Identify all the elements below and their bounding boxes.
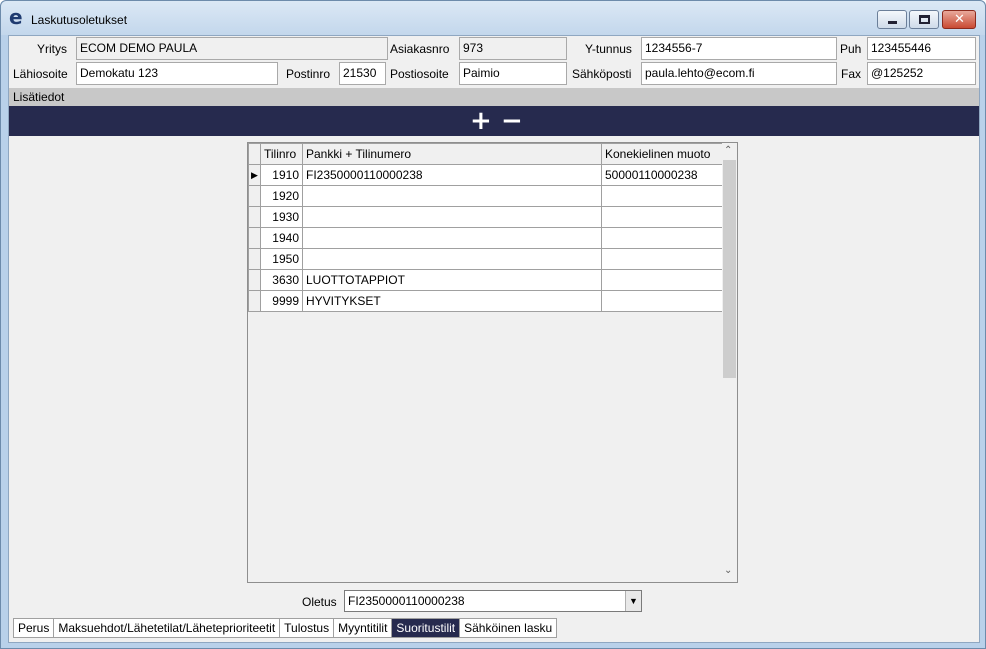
konekielinen-cell[interactable] (601, 206, 723, 228)
postiosoite-field[interactable]: Paimio (459, 62, 567, 85)
table-row[interactable]: 1930 (248, 206, 723, 228)
e-logo-icon: e (9, 5, 23, 29)
konekielinen-cell[interactable] (601, 269, 723, 291)
konekielinen-cell[interactable] (601, 290, 723, 312)
konekielinen-cell[interactable]: 50000110000238 (601, 164, 723, 186)
tilinro-cell[interactable]: 1930 (260, 206, 303, 228)
column-header-tilinro[interactable]: Tilinro (260, 143, 303, 165)
close-icon: ✕ (954, 12, 965, 27)
add-row-button[interactable]: + (470, 108, 492, 134)
tilinro-cell[interactable]: 1920 (260, 185, 303, 207)
current-row-icon: ▶ (248, 164, 261, 186)
lahiosoite-field[interactable]: Demokatu 123 (76, 62, 278, 85)
postinro-field[interactable]: 21530 (339, 62, 386, 85)
tilinro-cell[interactable]: 1950 (260, 248, 303, 270)
tilinro-cell[interactable]: 3630 (260, 269, 303, 291)
app-window: e Laskutusoletukset ✕ Yritys ECOM DEMO P… (0, 0, 986, 649)
pankki-cell[interactable] (302, 248, 602, 270)
yritys-field[interactable]: ECOM DEMO PAULA (76, 37, 388, 60)
close-button[interactable]: ✕ (942, 10, 976, 29)
table-row[interactable]: 3630 LUOTTOTAPPIOT (248, 269, 723, 291)
tab-tulostus[interactable]: Tulostus (279, 618, 334, 638)
scrollbar-thumb[interactable] (723, 160, 736, 378)
accounts-grid[interactable]: Tilinro Pankki + Tilinumero Konekielinen… (247, 142, 738, 583)
tab-myyntitilit[interactable]: Myyntitilit (333, 618, 392, 638)
tab-suoritustilit[interactable]: Suoritustilit (391, 618, 460, 638)
puh-field[interactable]: 123455446 (867, 37, 976, 60)
pankki-cell[interactable] (302, 227, 602, 249)
row-header (248, 248, 261, 270)
oletus-dropdown[interactable]: FI2350000110000238 ▼ (344, 590, 642, 612)
ytunnus-field[interactable]: 1234556-7 (641, 37, 837, 60)
postinro-label: Postinro (286, 67, 331, 81)
fax-field[interactable]: @125252 (867, 62, 976, 85)
asiakasnro-label: Asiakasnro (390, 42, 450, 56)
table-row[interactable]: ▶ 1910 FI2350000110000238 50000110000238 (248, 164, 723, 186)
row-header-corner (248, 143, 261, 165)
tab-perus[interactable]: Perus (13, 618, 54, 638)
fax-label: Fax (841, 67, 862, 81)
yritys-label: Yritys (37, 42, 67, 56)
title-bar: e Laskutusoletukset ✕ (1, 1, 985, 35)
row-header (248, 185, 261, 207)
table-row[interactable]: 9999 HYVITYKSET (248, 290, 723, 312)
oletus-label: Oletus (302, 595, 337, 609)
table-row[interactable]: 1940 (248, 227, 723, 249)
scroll-up-icon[interactable]: ⌃ (724, 145, 732, 156)
row-header (248, 269, 261, 291)
row-header (248, 290, 261, 312)
puh-label: Puh (840, 42, 862, 56)
lahiosoite-label: Lähiosoite (13, 67, 68, 81)
sahkoposti-label: Sähköposti (572, 67, 632, 81)
table-header-row: Tilinro Pankki + Tilinumero Konekielinen… (248, 143, 723, 165)
tilinro-cell[interactable]: 1940 (260, 227, 303, 249)
konekielinen-cell[interactable] (601, 248, 723, 270)
tab-sahkoinen-lasku[interactable]: Sähköinen lasku (459, 618, 558, 638)
asiakasnro-field[interactable]: 973 (459, 37, 567, 60)
grid-toolbar: + − (9, 106, 979, 136)
grid-vertical-scrollbar[interactable]: ⌃ ⌄ (722, 143, 737, 582)
ytunnus-label: Y-tunnus (585, 42, 632, 56)
pankki-cell[interactable]: HYVITYKSET (302, 290, 602, 312)
konekielinen-cell[interactable] (601, 185, 723, 207)
client-area: Yritys ECOM DEMO PAULA Asiakasnro 973 Y-… (8, 35, 980, 643)
tilinro-cell[interactable]: 1910 (260, 164, 303, 186)
minimize-button[interactable] (877, 10, 907, 29)
konekielinen-cell[interactable] (601, 227, 723, 249)
table-row[interactable]: 1950 (248, 248, 723, 270)
maximize-icon (919, 15, 930, 24)
tab-bar: Perus Maksuehdot/Lähetetilat/Läheteprior… (13, 618, 558, 640)
table-row[interactable]: 1920 (248, 185, 723, 207)
oletus-value: FI2350000110000238 (348, 594, 465, 608)
tilinro-cell[interactable]: 9999 (260, 290, 303, 312)
pankki-cell[interactable]: LUOTTOTAPPIOT (302, 269, 602, 291)
tab-maksuehdot[interactable]: Maksuehdot/Lähetetilat/Läheteprioriteeti… (53, 618, 280, 638)
column-header-pankki[interactable]: Pankki + Tilinumero (302, 143, 602, 165)
scroll-down-icon[interactable]: ⌄ (724, 565, 732, 576)
postiosoite-label: Postiosoite (390, 67, 449, 81)
row-header (248, 206, 261, 228)
pankki-cell[interactable]: FI2350000110000238 (302, 164, 602, 186)
pankki-cell[interactable] (302, 206, 602, 228)
remove-row-button[interactable]: − (501, 108, 523, 134)
window-title: Laskutusoletukset (31, 13, 128, 27)
minimize-icon (888, 21, 897, 24)
lisatiedot-section-header: Lisätiedot (9, 88, 979, 106)
chevron-down-icon[interactable]: ▼ (625, 591, 641, 611)
column-header-konekielinen[interactable]: Konekielinen muoto (601, 143, 723, 165)
maximize-button[interactable] (909, 10, 939, 29)
accounts-table: Tilinro Pankki + Tilinumero Konekielinen… (248, 143, 723, 312)
sahkoposti-field[interactable]: paula.lehto@ecom.fi (641, 62, 837, 85)
pankki-cell[interactable] (302, 185, 602, 207)
row-header (248, 227, 261, 249)
